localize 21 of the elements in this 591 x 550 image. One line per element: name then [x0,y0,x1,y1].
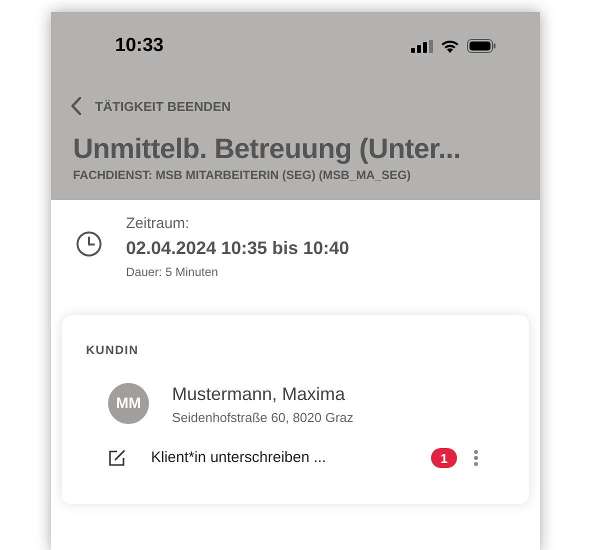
page-subtitle: FACHDIENST: MSB MITARBEITERIN (SEG) (MSB_MA_SEG) [73,167,412,184]
status-time: 10:33 [115,34,164,58]
back-button[interactable]: TÄTIGKEIT BEENDEN [71,96,231,116]
more-icon [473,449,479,468]
duration-text: Dauer: 5 Minuten [126,264,220,280]
count-badge: 1 [431,448,457,468]
wifi-icon [440,39,460,54]
client-name: Mustermann, Maxima [172,382,346,406]
edit-icon [108,449,126,468]
card-heading: KUNDIN [86,342,140,358]
avatar: MM [108,383,149,424]
client-address: Seidenhofstraße 60, 8020 Graz [172,408,354,426]
battery-icon [467,39,496,54]
task-link[interactable]: Klient*in unterschreiben ... [151,447,431,470]
clock-icon [76,231,102,257]
back-chevron-icon [71,97,81,116]
period-label: Zeitraum: [126,214,190,234]
period-value: 02.04.2024 10:35 bis 10:40 [126,236,350,260]
page-title: Unmittelb. Betreuung (Unter... [73,132,462,166]
more-options-button[interactable] [473,449,479,468]
signal-icon [411,40,433,53]
